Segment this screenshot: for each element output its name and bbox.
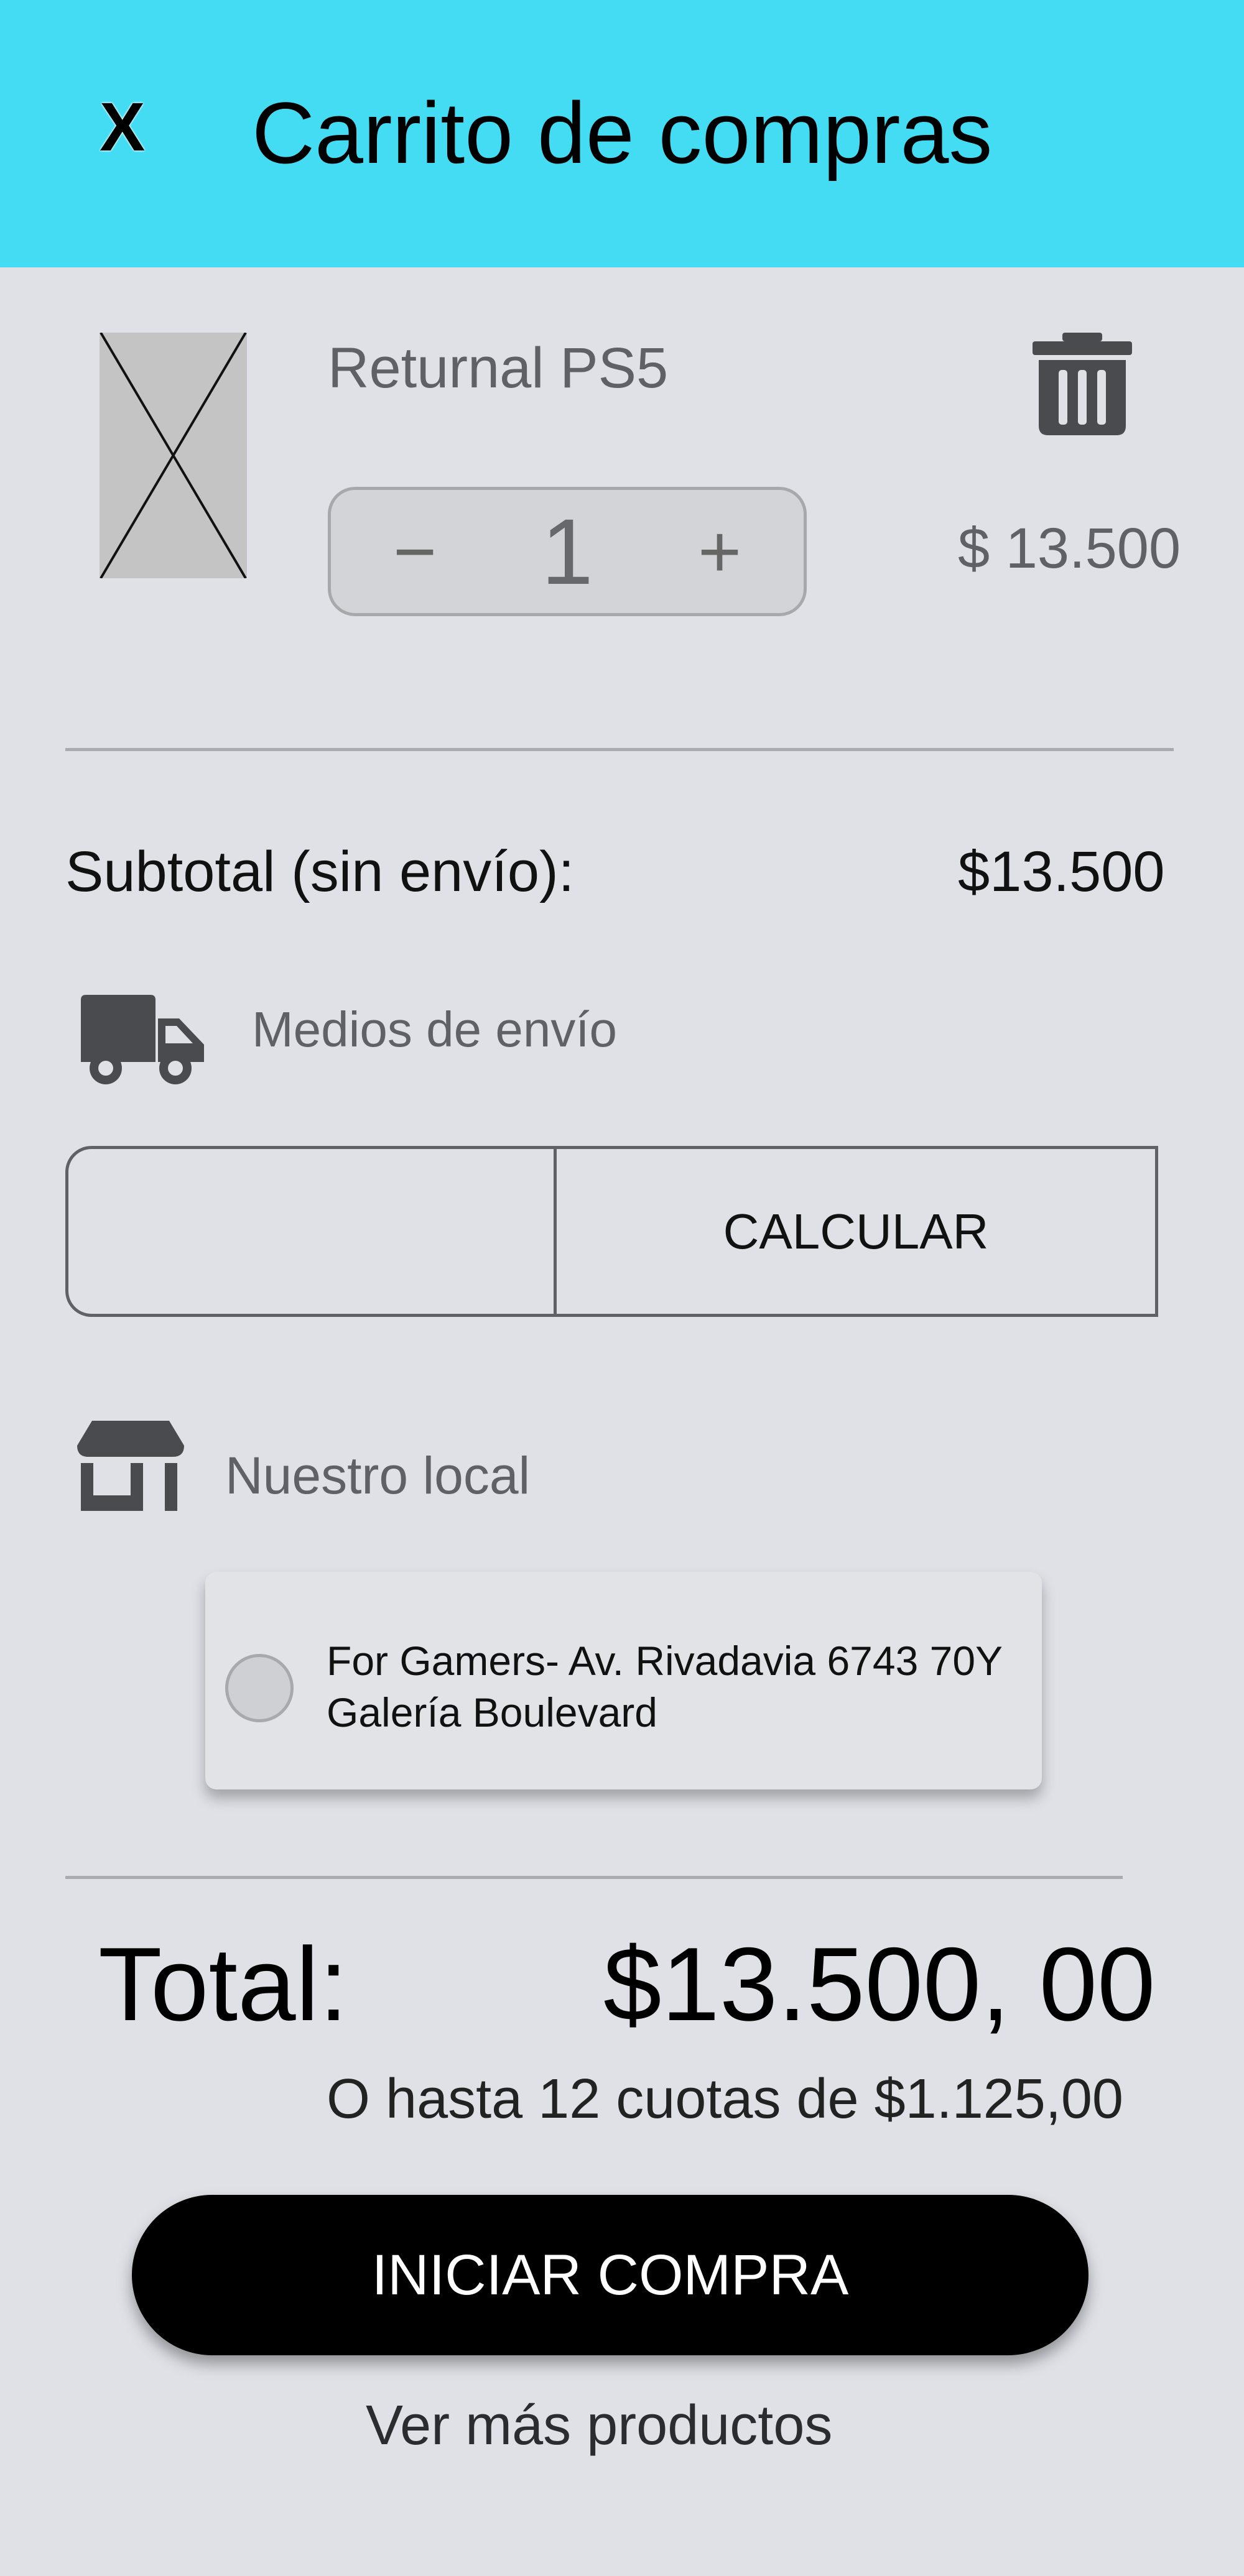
installments-text: O hasta 12 cuotas de $1.125,00: [327, 2068, 1123, 2130]
page-title: Carrito de compras: [252, 84, 993, 182]
quantity-stepper: − 1 +: [328, 487, 807, 616]
total-label: Total:: [98, 1926, 348, 2043]
store-radio[interactable]: [225, 1654, 294, 1722]
postal-code-input[interactable]: [65, 1146, 557, 1317]
divider: [65, 1876, 1123, 1879]
subtotal-value: $13.500: [958, 840, 1165, 903]
our-store-label: Nuestro local: [225, 1446, 531, 1505]
checkout-button[interactable]: INICIAR COMPRA: [132, 2195, 1088, 2355]
close-button[interactable]: X: [100, 93, 145, 162]
total-value: $13.500, 00: [603, 1926, 1156, 2043]
divider: [65, 748, 1174, 751]
store-address-line2: Galería Boulevard: [327, 1689, 657, 1735]
calculate-button[interactable]: CALCULAR: [554, 1146, 1158, 1317]
store-address-line1: For Gamers- Av. Rivadavia 6743 70Y: [327, 1638, 1003, 1684]
trash-icon[interactable]: [1033, 333, 1132, 435]
store-address: For Gamers- Av. Rivadavia 6743 70Y Galer…: [327, 1635, 1003, 1738]
truck-icon: [81, 995, 204, 1084]
store-icon: [77, 1421, 184, 1511]
subtotal-label: Subtotal (sin envío):: [65, 840, 575, 903]
image-placeholder-icon: [100, 333, 247, 578]
quantity-value: 1: [541, 499, 593, 604]
shipping-methods-label: Medios de envío: [252, 1002, 618, 1057]
decrement-button[interactable]: −: [362, 490, 468, 613]
product-price: $ 13.500: [958, 517, 1181, 580]
product-name: Returnal PS5: [328, 336, 669, 400]
more-products-link[interactable]: Ver más productos: [366, 2394, 832, 2458]
increment-button[interactable]: +: [667, 490, 773, 613]
